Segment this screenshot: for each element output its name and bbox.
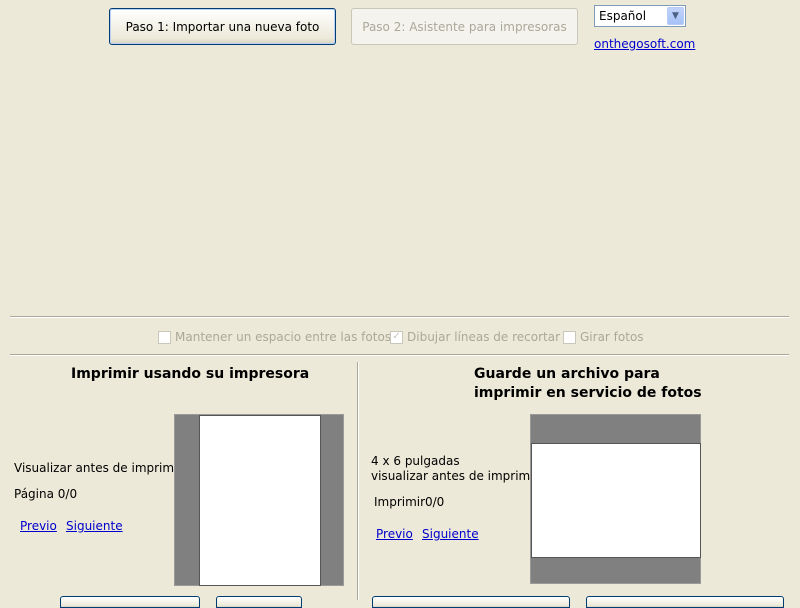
keep-space-checkbox[interactable]: Mantener un espacio entre las fotos — [158, 330, 391, 344]
service-print-counter: 0/0 — [425, 495, 445, 509]
rotate-photos-checkbox-box[interactable] — [563, 330, 576, 344]
service-panel-title-line1: Guarde un archivo para — [474, 366, 660, 382]
website-link[interactable]: onthegosoft.com — [594, 37, 695, 51]
save-file-button[interactable] — [372, 596, 570, 608]
service-print-label: Imprimir — [374, 495, 426, 509]
service-prev-link[interactable]: Previo — [376, 527, 413, 541]
import-photo-button[interactable]: Paso 1: Importar una nueva foto — [109, 8, 336, 45]
crop-lines-checkbox[interactable]: ✓ Dibujar líneas de recortar — [390, 330, 560, 344]
print-button[interactable] — [60, 596, 200, 608]
service-panel-title-line2: imprimir en servicio de fotos — [474, 385, 702, 401]
printer-wizard-button[interactable]: Paso 2: Asistente para impresoras — [351, 8, 578, 45]
options-separator — [10, 316, 789, 318]
printer-page-counter: Página 0/0 — [14, 487, 78, 501]
service-preview-page — [531, 443, 701, 558]
printer-next-link[interactable]: Siguiente — [66, 519, 123, 533]
printer-preview-page — [199, 415, 321, 586]
crop-lines-checkbox-box[interactable]: ✓ — [390, 330, 403, 344]
print-settings-button[interactable] — [216, 596, 302, 608]
printer-preview-label: Visualizar antes de imprimir — [14, 461, 183, 475]
keep-space-checkbox-box[interactable] — [158, 330, 171, 344]
printer-panel-title: Imprimir usando su impresora — [71, 366, 310, 382]
panels-divider — [357, 362, 359, 600]
keep-space-label: Mantener un espacio entre las fotos — [175, 330, 392, 344]
rotate-photos-checkbox[interactable]: Girar fotos — [563, 330, 644, 344]
language-select[interactable]: Español ▼ — [594, 5, 686, 27]
panels-separator — [10, 354, 789, 356]
printer-prev-link[interactable]: Previo — [20, 519, 57, 533]
service-settings-button[interactable] — [586, 596, 784, 608]
language-select-value: Español — [599, 9, 647, 23]
chevron-down-icon[interactable]: ▼ — [667, 7, 684, 25]
service-next-link[interactable]: Siguiente — [422, 527, 479, 541]
service-size-label: 4 x 6 pulgadas — [371, 454, 460, 468]
service-preview-label: visualizar antes de imprimir — [371, 469, 539, 483]
printer-preview-frame — [174, 414, 344, 586]
checkmark-icon: ✓ — [392, 331, 401, 342]
crop-lines-label: Dibujar líneas de recortar — [407, 330, 561, 344]
rotate-photos-label: Girar fotos — [580, 330, 644, 344]
service-preview-frame — [530, 414, 701, 584]
